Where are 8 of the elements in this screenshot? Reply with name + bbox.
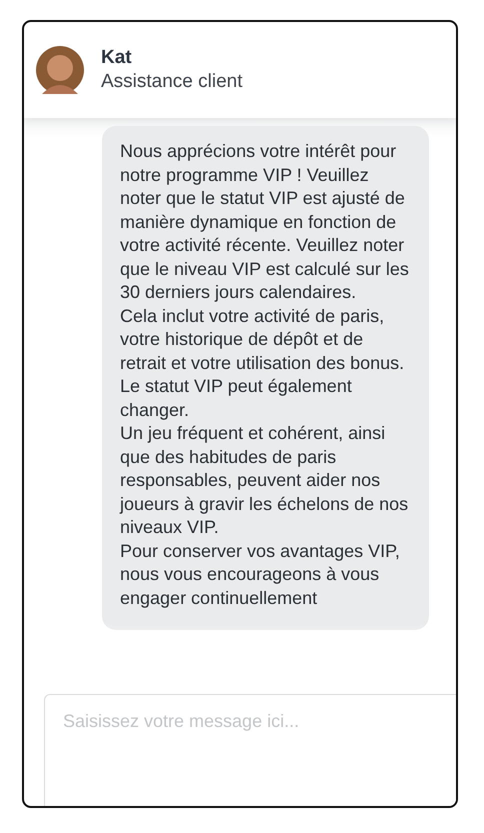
message-text: Un jeu fréquent et cohérent, ainsi que des habitudes de paris responsables, peuvent aider nos joueurs à gravir les échelons de nos niveaux VIP. — [120, 422, 410, 539]
message-input[interactable]: Saisissez votre message ici... — [44, 694, 456, 806]
agent-role: Assistance client — [101, 71, 243, 93]
message-text: Cela inclut votre activité de paris, votre historique de dépôt et de retrait et votre utilisation des bonus. Le statut VIP peut également changer. — [120, 304, 406, 422]
message-text: Nous apprécions votre intérêt pour notre programme VIP ! Veuillez noter que le statut VIP est ajusté de manière dynamique en fonction de votre activité récente. Veuillez noter que le niveau VIP est calculé sur les 30 derniers jours calendaires. — [120, 140, 410, 304]
avatar-icon — [36, 46, 84, 94]
message-text: Pour conserver vos avantages VIP, nous vous encourageons à vous engager continuellement — [120, 540, 401, 610]
agent-name: Kat — [101, 47, 133, 69]
